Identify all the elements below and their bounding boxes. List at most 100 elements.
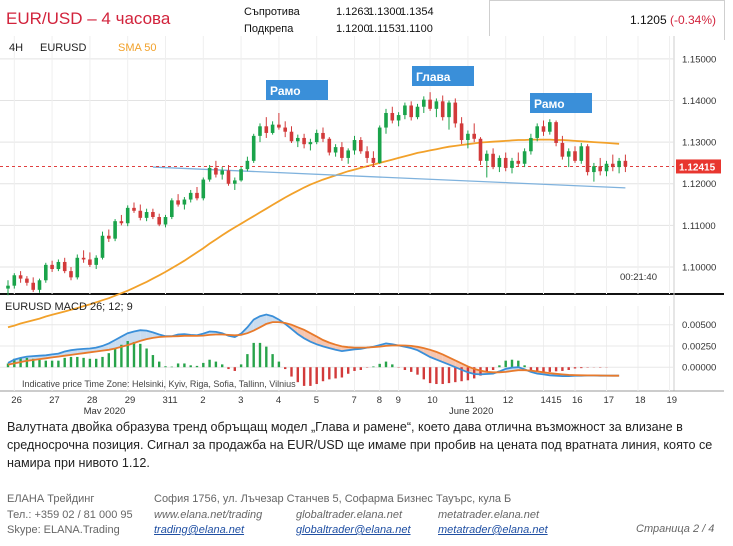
symbol-label: EURUSD [40,42,87,54]
footer-links-3: metatrader.elana.net metatrader@elana.ne… [438,508,548,539]
candle [201,177,206,201]
price-tick-label: 1.11000 [682,221,716,232]
candle [377,125,382,164]
price-change: (-0.34%) [669,13,716,27]
candle-body [144,212,149,218]
candle-body [44,264,48,281]
candle-body [548,122,552,132]
link-globaltrader-web[interactable]: globaltrader.elana.net [296,508,411,524]
candle-body [560,142,565,157]
x-tick-label: 18 [635,395,646,406]
timeframe-label: 4H [9,42,23,54]
resistance-1: 1.1263 [336,6,370,18]
x-tick-label: 29 [125,395,136,406]
resistance-2: 1.1300 [368,6,402,18]
analysis-caption: Валутната двойка образува тренд обръщащ … [7,420,713,470]
x-tick-label: 16 [572,395,583,406]
candle-body [422,99,426,107]
candle-body [56,261,61,270]
footer-links-2: globaltrader.elana.net globaltrader@elan… [296,508,411,539]
current-price-value: 1.12415 [679,162,716,173]
candle-body [491,153,495,168]
candle-body [251,135,256,161]
levels-table: Съпротива 1.1263 1.1300 1.1354 Подкрепа … [244,4,434,38]
candle-body [226,170,231,184]
candle-body [138,210,143,218]
candle-body [566,151,571,157]
candle-body [81,257,86,260]
candle-body [327,138,332,153]
candle [453,98,458,128]
candle-body [264,126,269,133]
month-label: June 2020 [449,406,493,414]
price-chart: 1.15000 1.14000 1.13000 1.12000 1.11000 1.100… [0,36,724,414]
candle-body [503,157,508,168]
candle-body [522,151,527,164]
link-globaltrader-email[interactable]: globaltrader@elana.net [296,523,411,539]
footer-phone: Тел.: +359 02 / 81 000 95 [7,508,133,521]
link-trading-web[interactable]: www.elana.net/trading [154,508,262,524]
candle-body [113,221,117,239]
link-trading-email[interactable]: trading@elana.net [154,523,262,539]
x-tick-label: 8 [377,395,382,406]
candle-body [94,257,98,265]
candle-body [415,106,420,118]
sma-legend: SMA 50 [118,42,157,54]
candle-body [207,167,212,180]
candle-body [579,146,584,161]
candle-body [472,133,476,139]
candle-body [409,105,413,118]
candle-body [352,140,357,151]
candle-body [535,126,539,138]
candle-body [440,101,445,118]
resistance-label: Съпротива [244,6,300,18]
candle-body [25,278,29,283]
footer-links-1: www.elana.net/trading trading@elana.net [154,508,262,539]
candle-body [296,137,300,142]
candle-body [585,146,590,173]
macd-label: EURUSD MACD 26; 12; 9 [5,301,133,313]
footer-skype: Skype: ELANA.Trading [7,524,120,536]
candle-body [132,207,136,211]
footer-contact: ЕЛАНА Трейдинг Тел.: +359 02 / 81 000 95… [7,492,133,539]
candle-body [623,160,628,167]
candle-body [359,140,363,152]
link-metatrader-email[interactable]: metatrader@elana.net [438,523,548,539]
x-tick-label: 27 [49,395,60,406]
price-box: 1.1205 (-0.34%) [489,0,725,40]
candle-body [18,275,23,279]
candle-body [75,257,80,278]
resistance-row: Съпротива 1.1263 1.1300 1.1354 [244,4,434,21]
timezone-info: Indicative price Time Zone: Helsinki, Ky… [22,379,296,389]
x-tick-label: 10 [427,395,438,406]
x-tick-label: 28 [87,395,98,406]
candle-body [592,166,596,173]
candle-body [220,170,224,175]
resistance-3: 1.1354 [400,6,434,18]
candle-body [434,101,439,109]
candle-body [157,217,161,225]
candle-body [516,160,521,164]
x-tick-label: 2 [200,395,205,406]
page-number: Страница 2 / 4 [636,523,715,535]
candle-body [377,127,382,163]
candle-body [277,124,281,128]
macd-tick-label: 0.00500 [682,320,716,331]
candle [100,231,105,260]
candle-body [541,126,546,132]
candle-body [258,126,262,136]
macd-tick-label: 0.00250 [682,341,716,352]
left-shoulder-label: Рамо [270,84,301,98]
candle-body [233,180,237,184]
candle-body [170,200,174,218]
link-metatrader-web[interactable]: metatrader.elana.net [438,508,548,524]
page-title: EUR/USD – 4 часова [6,9,171,28]
footer-address: София 1756, ул. Лъчезар Станчев 5, Софар… [154,493,512,505]
x-tick-label: 19 [667,395,678,406]
candle-body [151,212,155,218]
candle-body [321,132,325,139]
candle-body [125,207,130,224]
candle [478,137,483,165]
x-tick-label: 311 [163,395,178,406]
candle-body [308,142,313,145]
